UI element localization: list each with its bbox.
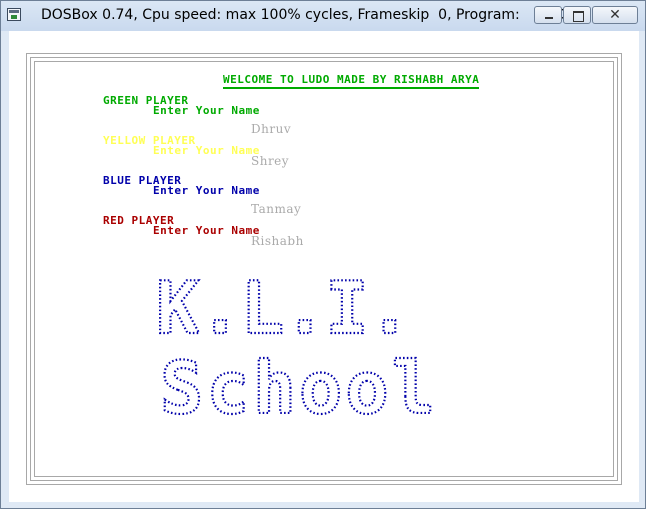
maximize-button[interactable] <box>563 6 591 24</box>
banner-line-2: School <box>160 346 438 430</box>
caption-buttons: ✕ <box>533 6 638 24</box>
banner-line-1: K.L.I. <box>156 266 410 350</box>
minimize-button[interactable] <box>534 6 562 24</box>
close-button[interactable]: ✕ <box>592 6 638 24</box>
dosbox-app-icon[interactable] <box>7 8 21 21</box>
dosbox-window: DOSBox 0.74, Cpu speed: max 100% cycles,… <box>0 0 646 509</box>
maximize-icon <box>564 7 590 23</box>
window-title: DOSBox 0.74, Cpu speed: max 100% cycles,… <box>41 7 564 23</box>
minimize-icon <box>535 7 561 23</box>
close-icon: ✕ <box>609 7 621 23</box>
dos-screen[interactable]: WELCOME TO LUDO MADE BY RISHABH ARYA GRE… <box>9 31 639 502</box>
title-bar[interactable]: DOSBox 0.74, Cpu speed: max 100% cycles,… <box>1 1 645 31</box>
school-banner: .dot { fill: none; stroke: #0000aa; stro… <box>155 265 438 431</box>
